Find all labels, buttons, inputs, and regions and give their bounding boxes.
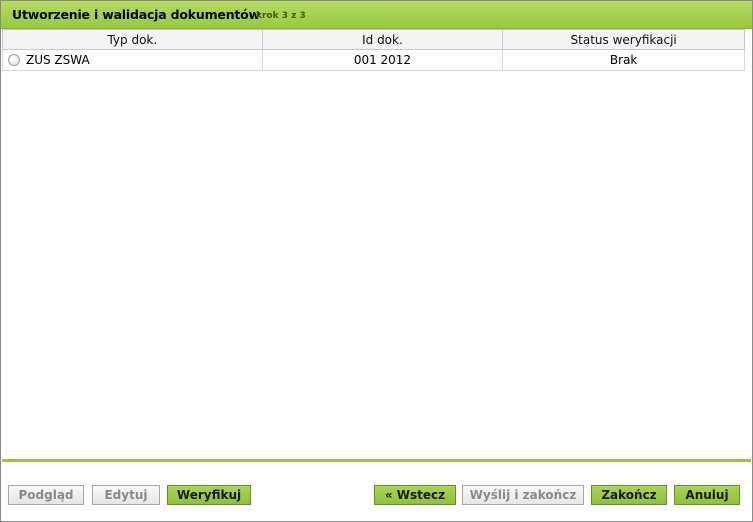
cell-type-text: ZUS ZSWA xyxy=(26,53,90,67)
finish-button[interactable]: Zakończ xyxy=(591,485,667,505)
edit-button[interactable]: Edytuj xyxy=(92,485,160,505)
column-header-status[interactable]: Status weryfikacji xyxy=(502,29,745,50)
cell-status: Brak xyxy=(502,49,745,71)
column-header-type[interactable]: Typ dok. xyxy=(2,29,263,50)
wizard-window: Utworzenie i walidacja dokumentów krok 3… xyxy=(0,0,753,522)
table-row[interactable]: ZUS ZSWA 001 2012 Brak xyxy=(2,49,745,71)
back-button[interactable]: « Wstecz xyxy=(374,485,456,505)
document-list-area xyxy=(1,73,752,461)
footer-divider xyxy=(2,459,751,462)
table-header-row: Typ dok. Id dok. Status weryfikacji xyxy=(2,29,745,50)
documents-table: Typ dok. Id dok. Status weryfikacji ZUS … xyxy=(2,29,745,71)
column-header-id[interactable]: Id dok. xyxy=(261,29,504,50)
send-and-finish-button[interactable]: Wyślij i zakończ xyxy=(462,485,584,505)
preview-button[interactable]: Podgląd xyxy=(8,485,84,505)
wizard-header: Utworzenie i walidacja dokumentów krok 3… xyxy=(1,1,752,29)
wizard-title: Utworzenie i walidacja dokumentów xyxy=(12,7,260,22)
cell-type[interactable]: ZUS ZSWA xyxy=(2,49,263,71)
cell-id: 001 2012 xyxy=(261,49,504,71)
step-indicator: krok 3 z 3 xyxy=(256,11,306,21)
verify-button[interactable]: Weryfikuj xyxy=(167,485,251,505)
cancel-button[interactable]: Anuluj xyxy=(674,485,740,505)
row-select-radio[interactable] xyxy=(8,54,20,66)
